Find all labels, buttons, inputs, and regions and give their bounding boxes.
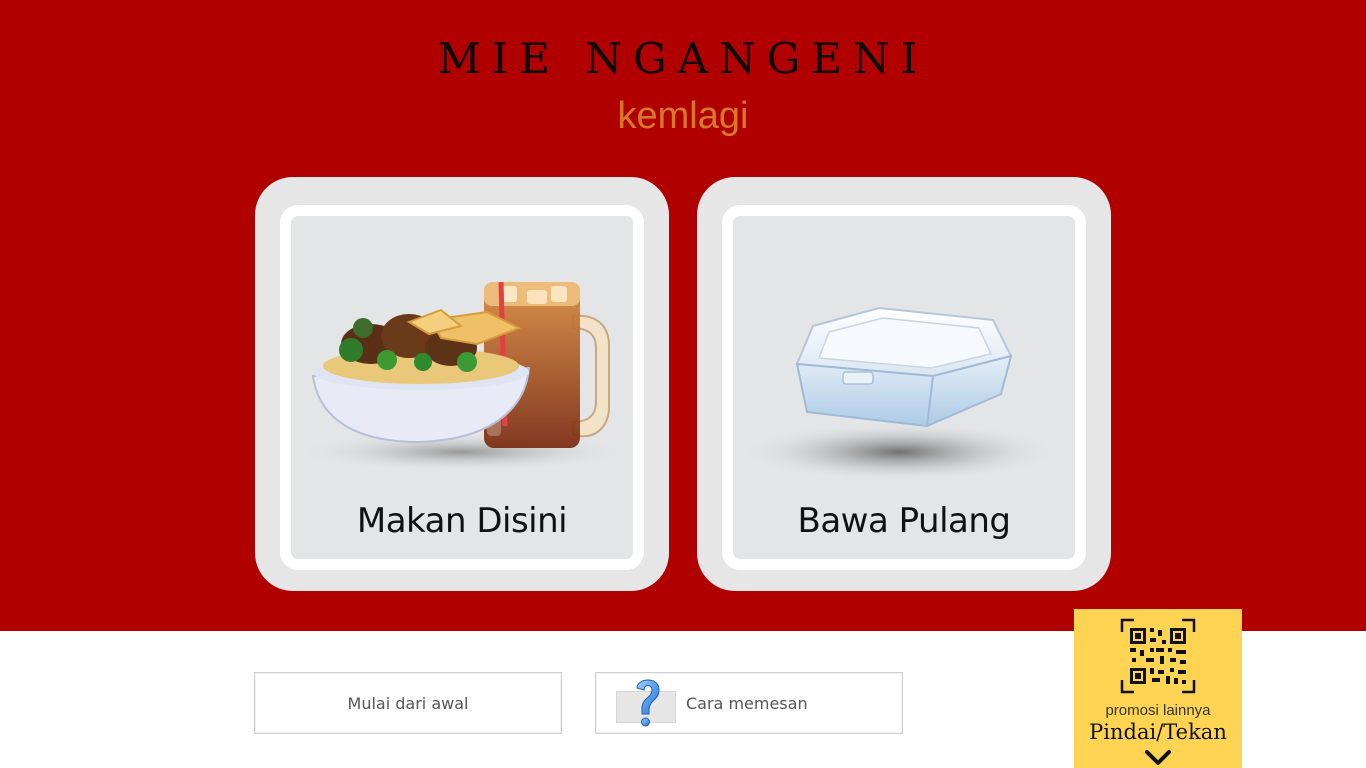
brand-subtitle: kemlagi bbox=[617, 95, 749, 137]
start-over-label: Mulai dari awal bbox=[347, 694, 469, 713]
promo-qr-panel[interactable]: promosi lainnya Pindai/Tekan bbox=[1074, 609, 1242, 768]
brand-title: MIE NGANGENI bbox=[437, 34, 929, 83]
how-to-order-label: Cara memesan bbox=[686, 694, 808, 713]
how-to-order-button[interactable]: Cara memesan bbox=[595, 672, 903, 734]
dine-in-option-card[interactable]: Makan Disini bbox=[255, 177, 669, 591]
chevron-down-icon bbox=[1145, 750, 1171, 765]
question-mark-icon bbox=[636, 679, 660, 727]
help-icon-box bbox=[616, 679, 676, 727]
dine-in-label: Makan Disini bbox=[356, 501, 568, 541]
hero-banner: MIE NGANGENI kemlagi Makan Disini Bawa P… bbox=[0, 0, 1366, 631]
qr-code-icon bbox=[1120, 618, 1196, 694]
takeaway-label: Bawa Pulang bbox=[797, 501, 1011, 541]
takeaway-card-frame: Bawa Pulang bbox=[722, 205, 1086, 570]
promo-action-label: Pindai/Tekan bbox=[1089, 720, 1227, 744]
promo-caption: promosi lainnya bbox=[1105, 702, 1211, 719]
start-over-button[interactable]: Mulai dari awal bbox=[254, 672, 562, 734]
takeaway-option-card[interactable]: Bawa Pulang bbox=[697, 177, 1111, 591]
dine-in-card-frame: Makan Disini bbox=[280, 205, 644, 570]
